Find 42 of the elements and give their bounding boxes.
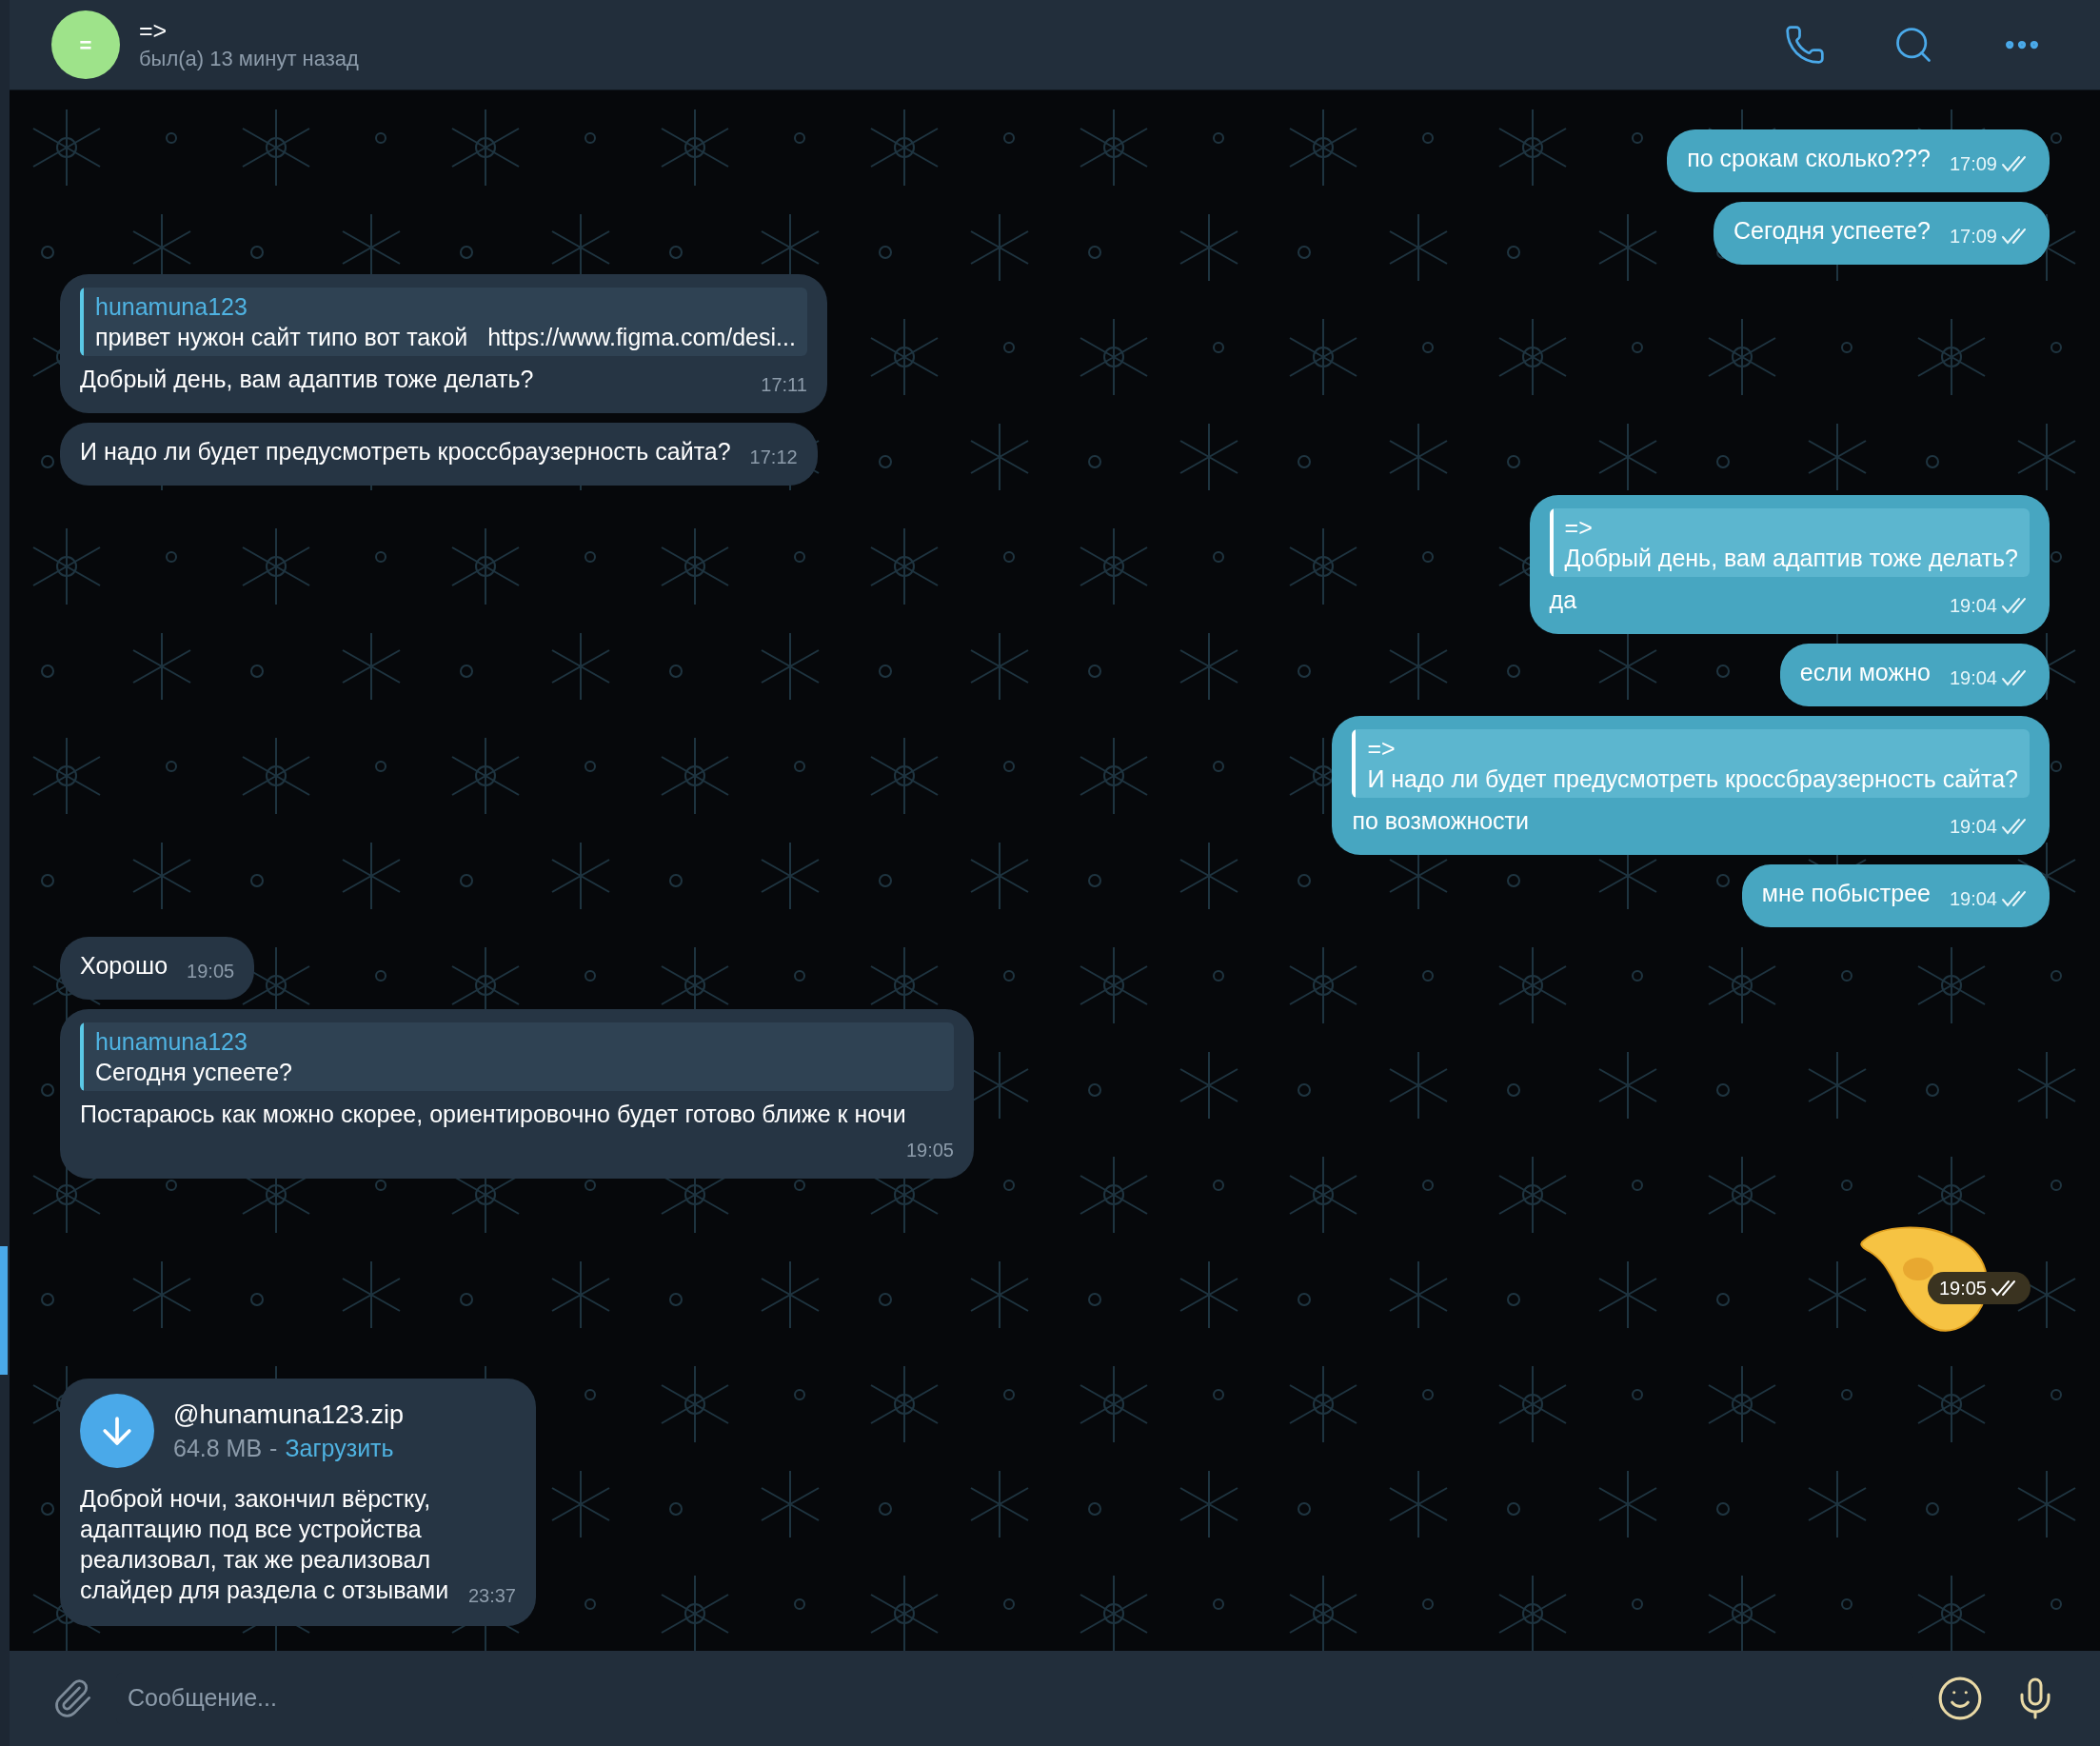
- quoted-text: привет нужон сайт типо вот такой https://www.figma.com/desi...: [95, 323, 796, 352]
- message-time: 17:12: [749, 446, 798, 469]
- message-text: Добрый день, вам адаптив тоже делать?: [80, 366, 534, 392]
- message-time: 19:05: [187, 960, 235, 983]
- separator-text: -: [269, 1434, 278, 1463]
- message-text: Постараюсь как можно скорее, ориентировочно будет готово ближе к ночи: [80, 1101, 906, 1127]
- message-text: Сегодня успеете?: [1733, 217, 1931, 244]
- quoted-message[interactable]: hunamuna123 привет нужон сайт типо вот такой https://www.figma.com/desi...: [80, 288, 807, 356]
- message-composer[interactable]: Сообщение...: [10, 1651, 2100, 1746]
- message-time: 19:05: [905, 1139, 954, 1162]
- file-size: 64.8 MB: [173, 1434, 263, 1463]
- last-seen-status: был(а) 13 минут назад: [139, 46, 359, 72]
- message-text: по срокам сколько???: [1687, 145, 1931, 171]
- chat-title: =>: [139, 16, 168, 45]
- message-text: мне побыстрее: [1761, 880, 1931, 906]
- message-time: 17:11: [761, 373, 807, 397]
- message-time: 19:04: [1949, 887, 1997, 911]
- download-link[interactable]: Загрузить: [285, 1432, 394, 1464]
- quoted-author: hunamuna123: [95, 292, 248, 322]
- message-text: да: [1549, 586, 1577, 613]
- message-text: если можно: [1799, 659, 1931, 685]
- file-name: @hunamuna123.zip: [173, 1399, 405, 1431]
- quoted-author: =>: [1367, 734, 1397, 764]
- message-text: И надо ли будет предусмотреть кроссбраузерность сайта?: [80, 438, 731, 465]
- emoji-icon[interactable]: [1936, 1675, 1984, 1722]
- quoted-author: =>: [1564, 513, 1594, 543]
- message-text: Хорошо: [80, 952, 168, 979]
- quoted-message[interactable]: hunamuna123 Сегодня успеете?: [80, 1022, 954, 1091]
- message-text: по возможности: [1352, 807, 1530, 834]
- quoted-author: hunamuna123: [95, 1027, 248, 1057]
- call-icon[interactable]: [1784, 24, 1826, 66]
- quoted-text: И надо ли будет предусмотреть кроссбраузерность сайта?: [1367, 764, 2018, 794]
- message-time: 19:05: [1938, 1277, 1987, 1300]
- message-text: Доброй ночи, закончил вёрстку, адаптацию под все устройства реализовал, так же реализовал слайдер для раздела с отзывами: [80, 1485, 449, 1603]
- message-time: 19:04: [1949, 666, 1997, 690]
- message-time: 19:04: [1949, 815, 1997, 839]
- quoted-text: Добрый день, вам адаптив тоже делать?: [1564, 544, 2018, 573]
- message-time: 17:09: [1949, 152, 1997, 176]
- quoted-text: Сегодня успеете?: [95, 1058, 292, 1087]
- message-time: 23:37: [467, 1584, 516, 1608]
- message-time: 19:04: [1949, 594, 1997, 618]
- message-time: 17:09: [1949, 225, 1997, 248]
